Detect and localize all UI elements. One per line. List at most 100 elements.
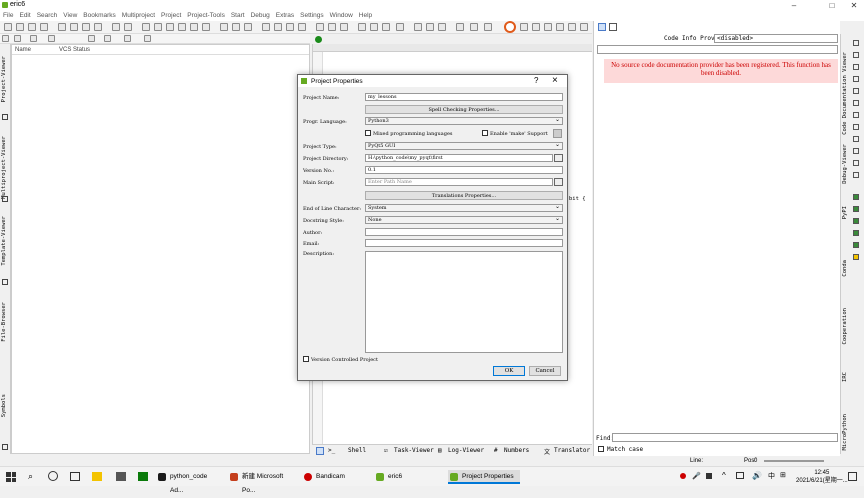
plugin-icon[interactable] xyxy=(456,23,464,31)
vcs-checkbox[interactable] xyxy=(303,356,309,362)
find-icon[interactable] xyxy=(316,23,324,31)
dot-icon[interactable] xyxy=(104,35,111,42)
script-browse-icon[interactable] xyxy=(554,178,563,186)
tray-network-icon[interactable] xyxy=(736,472,744,479)
side-tool-13-icon[interactable] xyxy=(853,194,859,200)
new-icon[interactable] xyxy=(144,35,151,42)
compare-icon[interactable] xyxy=(14,35,21,42)
goto-brace-icon[interactable] xyxy=(370,23,378,31)
task-view-icon[interactable] xyxy=(70,472,80,481)
side-tool-16-icon[interactable] xyxy=(853,230,859,236)
tab-project-viewer[interactable]: Project-Viewer xyxy=(1,56,7,102)
col-name-header[interactable]: Name xyxy=(15,45,31,55)
symbol-icon[interactable] xyxy=(520,23,528,31)
taskbar-clock[interactable]: 12:45 2021/6/21(星期一... xyxy=(796,469,848,485)
ok-button[interactable]: OK xyxy=(493,366,525,376)
tray-ime-icon[interactable]: 中 xyxy=(768,471,775,481)
menu-search[interactable]: Search xyxy=(34,11,61,21)
search-icon[interactable] xyxy=(274,23,282,31)
save-all-icon[interactable] xyxy=(82,23,90,31)
eol-select[interactable]: System xyxy=(365,204,563,212)
taskbar-item-project-properties[interactable]: Project Properties xyxy=(448,470,520,484)
star-icon[interactable] xyxy=(470,23,478,31)
email-input[interactable] xyxy=(365,239,563,247)
side-tool-15-icon[interactable] xyxy=(853,218,859,224)
save-icon[interactable] xyxy=(58,23,66,31)
tray-ime2-icon[interactable]: ⊞ xyxy=(780,471,786,479)
find-prev-icon[interactable] xyxy=(340,23,348,31)
dialog-close-button[interactable]: × xyxy=(552,75,558,86)
tab-micropython[interactable]: MicroPython xyxy=(842,414,848,450)
delete-icon[interactable] xyxy=(202,23,210,31)
tab-multiproject-viewer[interactable]: Multiproject-Viewer xyxy=(1,136,7,199)
tab-numbers[interactable]: Numbers xyxy=(504,447,529,454)
cortana-icon[interactable] xyxy=(48,471,58,481)
search-icon[interactable]: ⌕ xyxy=(28,471,33,482)
menu-window[interactable]: Window xyxy=(327,11,356,21)
menu-start[interactable]: Start xyxy=(228,11,248,21)
cancel-button[interactable]: Cancel xyxy=(529,366,561,376)
menu-settings[interactable]: Settings xyxy=(297,11,327,21)
translations-button[interactable]: Translations Properties... xyxy=(365,191,563,200)
pin-bottom-icon[interactable] xyxy=(316,447,324,455)
side-tool-6-icon[interactable] xyxy=(853,100,859,106)
tray-record-icon[interactable] xyxy=(680,473,686,479)
tray-mic-icon[interactable]: 🎤 xyxy=(692,472,701,480)
mic-icon[interactable] xyxy=(544,23,552,31)
prog-language-select[interactable]: Python3 xyxy=(365,117,563,125)
main-script-input[interactable]: Enter Path Name xyxy=(365,178,553,186)
tab-symbols[interactable]: Symbols xyxy=(1,394,7,417)
tab-irc[interactable]: IRC xyxy=(842,372,848,382)
tray-app-icon[interactable] xyxy=(706,473,712,479)
tab-task-viewer[interactable]: Task-Viewer xyxy=(394,447,434,454)
copy-icon[interactable] xyxy=(178,23,186,31)
spell-checking-button[interactable]: Spell Checking Properties... xyxy=(365,105,563,114)
float-icon[interactable] xyxy=(609,23,617,31)
sogou-input-icon[interactable] xyxy=(504,21,516,33)
tab-translator[interactable]: Translator xyxy=(554,447,590,454)
tab-shell[interactable]: Shell xyxy=(348,447,366,454)
tab-conda[interactable]: Conda xyxy=(842,260,848,277)
store-icon[interactable] xyxy=(116,472,126,481)
tools-icon[interactable] xyxy=(532,23,540,31)
star2-icon[interactable] xyxy=(484,23,492,31)
menu-edit[interactable]: Edit xyxy=(16,11,33,21)
description-textarea[interactable] xyxy=(365,251,563,353)
keyboard-icon[interactable] xyxy=(556,23,564,31)
undo-icon[interactable] xyxy=(142,23,150,31)
zoom-in-icon[interactable] xyxy=(286,23,294,31)
hash-icon[interactable] xyxy=(232,23,240,31)
goto-icon[interactable] xyxy=(358,23,366,31)
taskbar-item-pycharm[interactable]: python_code Ad... xyxy=(156,470,222,494)
find-file-icon[interactable] xyxy=(88,35,95,42)
excel-icon[interactable] xyxy=(138,472,148,481)
side-tool-7-icon[interactable] xyxy=(853,112,859,118)
mixed-languages-checkbox[interactable] xyxy=(365,130,371,136)
tray-chevron-icon[interactable]: ^ xyxy=(722,471,726,480)
new-window-icon[interactable] xyxy=(16,23,24,31)
find-input[interactable] xyxy=(612,433,838,442)
folder-browse-icon[interactable] xyxy=(554,154,563,162)
folder-icon[interactable] xyxy=(2,279,8,285)
menu-view[interactable]: View xyxy=(60,11,80,21)
zoom-out-icon[interactable] xyxy=(298,23,306,31)
side-tool-3-icon[interactable] xyxy=(853,64,859,70)
menu-debug[interactable]: Debug xyxy=(248,11,273,21)
bookmark-icon[interactable] xyxy=(414,23,422,31)
side-tool-11-icon[interactable] xyxy=(853,160,859,166)
taskbar-item-eric6[interactable]: eric6 xyxy=(374,470,446,484)
side-tool-2-icon[interactable] xyxy=(853,52,859,58)
forms-icon[interactable] xyxy=(48,35,55,42)
close-button[interactable]: ✕ xyxy=(844,0,864,11)
close-file-icon[interactable] xyxy=(112,23,120,31)
menu-project-tools[interactable]: Project-Tools xyxy=(184,11,228,21)
grid-icon[interactable] xyxy=(220,23,228,31)
tray-volume-icon[interactable]: 🔊 xyxy=(752,471,762,480)
list-icon[interactable] xyxy=(30,35,37,42)
taskbar-item-powerpoint[interactable]: 新建 Microsoft Po... xyxy=(228,470,298,494)
side-tool-12-icon[interactable] xyxy=(853,172,859,178)
new-file-icon[interactable] xyxy=(4,23,12,31)
split-icon[interactable] xyxy=(396,23,404,31)
side-tool-4-icon[interactable] xyxy=(853,76,859,82)
menu-help[interactable]: Help xyxy=(356,11,375,21)
